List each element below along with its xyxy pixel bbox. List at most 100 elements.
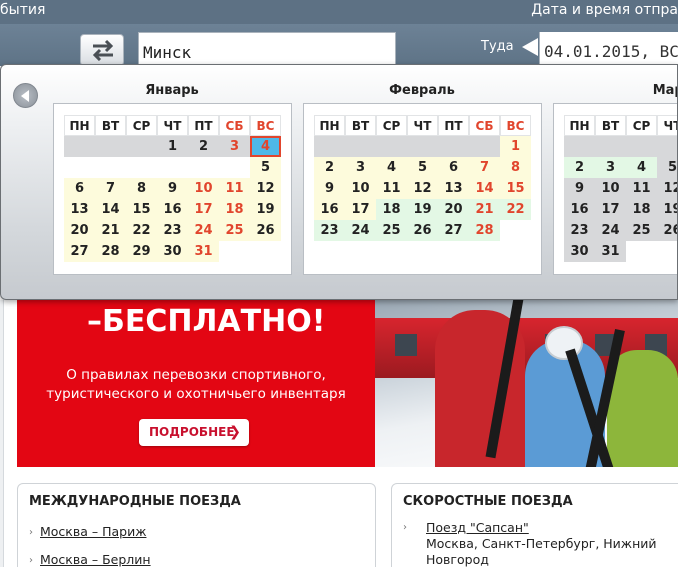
swap-stations-button[interactable] [80,34,124,66]
weekday-header: ПТ [438,115,469,136]
selected-day-cell[interactable]: 4 [250,136,281,157]
day-cell[interactable]: 18 [219,199,250,220]
day-cell[interactable]: 23 [157,220,188,241]
day-cell[interactable]: 22 [126,220,157,241]
day-cell[interactable]: 10 [345,178,376,199]
international-trains-card: МЕЖДУНАРОДНЫЕ ПОЕЗДА › Москва – Париж › … [17,483,376,567]
day-cell[interactable]: 14 [95,199,126,220]
day-cell[interactable]: 16 [157,199,188,220]
day-cell[interactable]: 26 [407,220,438,241]
day-cell[interactable]: 11 [219,178,250,199]
day-cell[interactable]: 12 [250,178,281,199]
chevron-right-icon: ❯ [229,424,241,440]
day-cell [64,157,95,178]
day-cell: 31 [595,241,626,262]
day-cell[interactable]: 27 [64,241,95,262]
top-bar: бытия Дата и время отпра [0,0,678,24]
month-grid: ПНВТСРЧТПТСБВС12345678910111213141516171… [303,103,542,275]
day-cell[interactable]: 5 [407,157,438,178]
weekday-header: ПН [314,115,345,136]
day-cell[interactable]: 10 [188,178,219,199]
weekday-header: ЧТ [157,115,188,136]
link-moscow-berlin[interactable]: Москва – Берлин [40,552,151,567]
day-cell[interactable]: 5 [250,157,281,178]
from-station-input[interactable]: Минск [138,32,396,66]
day-cell[interactable]: 13 [64,199,95,220]
day-cell [126,136,157,157]
link-moscow-paris[interactable]: Москва – Париж [40,524,146,539]
search-form: Минск Туда 04.01.2015, ВС [0,24,678,66]
international-trains-title: МЕЖДУНАРОДНЫЕ ПОЕЗДА [29,494,241,509]
day-cell [95,157,126,178]
day-cell[interactable]: 26 [250,220,281,241]
previous-month-button[interactable] [13,83,38,108]
day-cell[interactable]: 20 [64,220,95,241]
day-cell[interactable]: 29 [126,241,157,262]
day-cell[interactable]: 17 [188,199,219,220]
day-cell[interactable]: 4 [626,157,657,178]
day-cell[interactable]: 31 [188,241,219,262]
departure-date-input[interactable]: 04.01.2015, ВС [539,32,678,66]
day-cell[interactable]: 27 [438,220,469,241]
day-cell[interactable]: 25 [219,220,250,241]
day-cell[interactable]: 14 [469,178,500,199]
bullet-icon: › [403,522,407,533]
day-cell[interactable]: 2 [314,157,345,178]
weekday-header: ЧТ [657,115,677,136]
day-cell[interactable]: 24 [188,220,219,241]
day-cell: 2 [188,136,219,157]
header-datetime-label: Дата и время отпра [531,2,678,18]
day-cell[interactable]: 18 [376,199,407,220]
day-cell[interactable]: 15 [500,178,531,199]
day-cell[interactable]: 8 [126,178,157,199]
day-cell [250,241,281,262]
day-cell[interactable]: 23 [314,220,345,241]
day-cell[interactable]: 6 [438,157,469,178]
day-cell: 30 [564,241,595,262]
day-cell[interactable]: 16 [314,199,345,220]
day-cell [126,157,157,178]
weekday-header: ПТ [188,115,219,136]
day-cell [188,157,219,178]
day-cell[interactable]: 11 [376,178,407,199]
day-cell[interactable]: 6 [64,178,95,199]
day-cell: 1 [157,136,188,157]
day-cell[interactable]: 9 [157,178,188,199]
day-cell[interactable]: 8 [500,157,531,178]
day-cell [657,241,677,262]
bullet-icon: › [29,555,33,566]
day-cell[interactable]: 21 [95,220,126,241]
day-cell: 12 [657,178,677,199]
day-cell[interactable]: 28 [95,241,126,262]
weekday-header: СР [126,115,157,136]
link-sapsan[interactable]: Поезд "Сапсан" [426,520,529,535]
day-cell[interactable]: 25 [376,220,407,241]
day-cell[interactable]: 12 [407,178,438,199]
day-cell: 9 [564,178,595,199]
direction-arrow-icon [522,38,538,56]
day-cell[interactable]: 2 [564,157,595,178]
day-cell[interactable]: 7 [95,178,126,199]
day-cell[interactable]: 24 [345,220,376,241]
day-cell[interactable]: 13 [438,178,469,199]
day-cell[interactable]: 20 [438,199,469,220]
banner-more-button[interactable]: ПОДРОБНЕЕ ❯ [139,419,249,446]
day-cell: 18 [626,199,657,220]
day-cell[interactable]: 30 [157,241,188,262]
day-cell[interactable]: 28 [469,220,500,241]
day-cell[interactable]: 4 [376,157,407,178]
day-cell[interactable]: 3 [345,157,376,178]
day-cell[interactable]: 15 [126,199,157,220]
promo-banner[interactable]: –БЕСПЛАТНО! О правилах перевозки спортив… [17,300,678,467]
day-cell[interactable]: 22 [500,199,531,220]
day-cell [626,136,657,157]
banner-title: –БЕСПЛАТНО! [87,304,326,339]
day-cell[interactable]: 19 [407,199,438,220]
day-cell[interactable]: 21 [469,199,500,220]
day-cell[interactable]: 7 [469,157,500,178]
day-cell[interactable]: 3 [595,157,626,178]
day-cell[interactable]: 1 [500,136,531,157]
day-cell[interactable]: 17 [345,199,376,220]
day-cell[interactable]: 9 [314,178,345,199]
day-cell[interactable]: 19 [250,199,281,220]
